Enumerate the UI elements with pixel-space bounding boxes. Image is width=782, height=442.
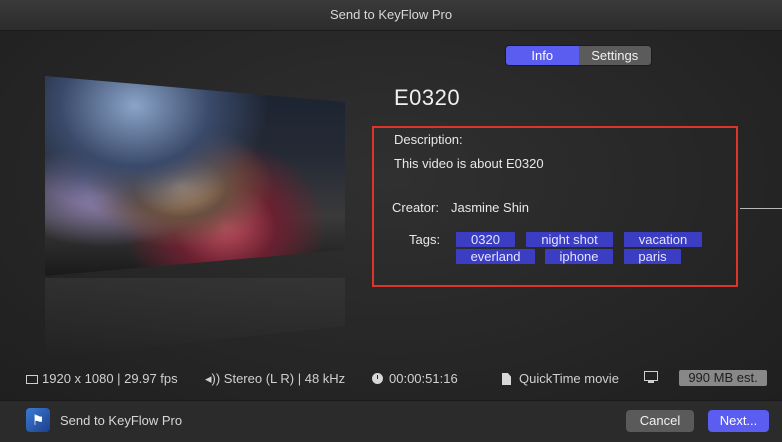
tag-chip[interactable]: paris — [624, 249, 681, 264]
next-button[interactable]: Next... — [708, 410, 769, 432]
cancel-button[interactable]: Cancel — [626, 410, 694, 432]
audio-info: ◂)) Stereo (L R) | 48 kHz — [205, 371, 345, 387]
tag-chip[interactable]: vacation — [624, 232, 702, 247]
document-icon — [502, 373, 511, 385]
speaker-icon: ◂)) — [205, 371, 224, 386]
duration-info: 00:00:51:16 — [372, 371, 458, 386]
info-settings-tabs: Info Settings — [505, 45, 652, 66]
description-field[interactable]: This video is about E0320 — [394, 156, 544, 171]
description-label: Description: — [394, 132, 463, 147]
tag-chip[interactable]: 0320 — [456, 232, 515, 247]
format-info: QuickTime movie — [502, 371, 619, 386]
keyflow-app-icon: ⚑ — [26, 408, 50, 432]
footer-app-name: Send to KeyFlow Pro — [60, 413, 183, 428]
tag-chip[interactable]: night shot — [526, 232, 613, 247]
frame-size-icon — [26, 375, 38, 384]
monitor-icon — [644, 371, 658, 383]
creator-label: Creator: — [392, 200, 439, 215]
thumbnail-image — [45, 76, 345, 276]
connector-line — [740, 208, 782, 209]
tab-settings[interactable]: Settings — [578, 46, 651, 65]
video-thumbnail — [45, 76, 345, 276]
duration-text: 00:00:51:16 — [389, 371, 458, 386]
audio-text: Stereo (L R) | 48 kHz — [223, 371, 346, 386]
creator-field[interactable]: Jasmine Shin — [451, 200, 529, 215]
clip-title: E0320 — [394, 85, 461, 110]
tab-info[interactable]: Info — [506, 46, 579, 65]
format-text: QuickTime movie — [519, 371, 619, 386]
resolution-info: 1920 x 1080 | 29.97 fps — [26, 371, 178, 386]
tag-chip[interactable]: everland — [456, 249, 535, 264]
resolution-text: 1920 x 1080 | 29.97 fps — [42, 371, 178, 386]
size-estimate-badge: 990 MB est. — [679, 370, 767, 386]
tags-label: Tags: — [409, 232, 441, 247]
clock-icon — [372, 373, 383, 384]
tag-chip[interactable]: iphone — [545, 249, 613, 264]
window-title: Send to KeyFlow Pro — [0, 0, 782, 31]
